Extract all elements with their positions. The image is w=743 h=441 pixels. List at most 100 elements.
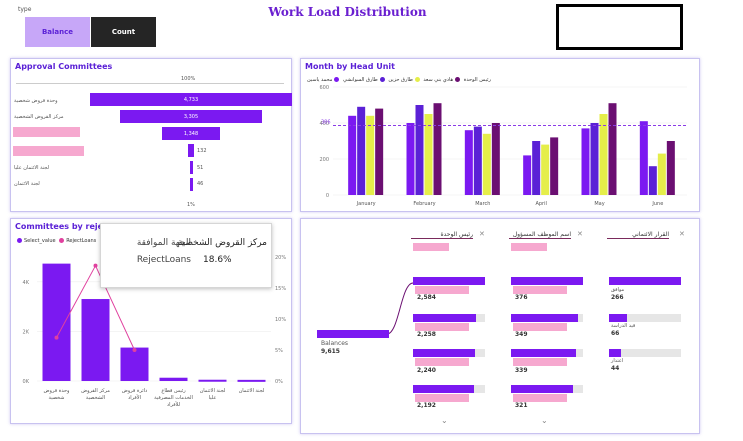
tree-value: 339 [515, 367, 528, 374]
month-bar[interactable] [581, 128, 590, 195]
rejection-bar[interactable] [159, 377, 188, 381]
month-bar[interactable] [482, 133, 491, 195]
legend-dot-icon [17, 238, 22, 243]
month-bar[interactable] [550, 137, 559, 195]
month-bar-chart: 6004002000January February March April May Ju… [319, 85, 687, 207]
slicer-label: type [18, 6, 32, 13]
x-tick-label: رئيس قطاع [161, 388, 186, 394]
month-bar[interactable] [415, 105, 424, 195]
balance-button[interactable]: Balance [25, 17, 90, 47]
tooltip-value: مركز القروض الشخصية [177, 238, 267, 248]
x-tick-label: مركز القروض [81, 388, 110, 394]
redacted-label [415, 323, 469, 331]
rejection-bar[interactable] [120, 347, 149, 381]
tree-bar[interactable] [609, 314, 627, 322]
reject-point [54, 335, 59, 340]
funnel-bar[interactable] [190, 161, 193, 174]
funnel-bar[interactable]: 4,733 [90, 93, 292, 106]
rejection-bar[interactable] [81, 299, 110, 381]
month-bar[interactable] [523, 155, 532, 195]
x-tick-label: January [356, 201, 376, 207]
tree-bar[interactable] [413, 385, 474, 393]
month-bar[interactable] [608, 103, 617, 195]
decomposition-tree-panel: رئيس الوحدة ✕ اسم الموظف المسؤول ✕ القرا… [300, 218, 700, 434]
month-bar[interactable] [406, 123, 415, 195]
month-bar[interactable] [590, 123, 599, 195]
tree-value: 376 [515, 294, 528, 301]
redacted-label [513, 358, 567, 366]
month-bar[interactable] [348, 115, 357, 195]
rejection-bar[interactable] [237, 379, 266, 382]
month-bar[interactable] [639, 121, 648, 195]
funnel-bar[interactable]: 3,305 [120, 110, 262, 123]
y2-tick-label: 10% [275, 317, 286, 323]
y-tick-label: 2K [23, 329, 30, 335]
month-bar[interactable] [657, 153, 666, 195]
month-bar[interactable] [648, 166, 657, 195]
y2-tick-label: 15% [275, 286, 286, 292]
y-tick-label: 200 [319, 157, 329, 163]
tree-bar[interactable] [511, 385, 573, 393]
y-tick-label: 0K [23, 379, 30, 385]
funnel-label: وحدة قروض شخصية [14, 98, 58, 104]
month-bar[interactable] [666, 141, 675, 195]
funnel-bar[interactable] [190, 178, 193, 191]
month-bar[interactable] [491, 123, 500, 195]
month-bar[interactable] [357, 106, 366, 195]
tooltip-value: 18.6% [203, 255, 232, 265]
tree-value: 349 [515, 331, 528, 338]
month-bar[interactable] [532, 141, 541, 195]
rejection-bar[interactable] [42, 263, 71, 381]
tree-bar[interactable] [511, 277, 583, 285]
x-tick-label: عليا [209, 395, 217, 401]
rejection-bar[interactable] [198, 379, 227, 382]
redacted-label [13, 146, 84, 156]
redacted-label [415, 286, 469, 294]
tree-value: 44 [611, 365, 620, 372]
tree-value: 2,258 [417, 331, 436, 338]
funnel-value: 51 [197, 165, 204, 171]
redacted-label [13, 127, 80, 137]
x-tick-label: الخدمات المصرفية [154, 395, 193, 401]
x-tick-label: May [594, 201, 604, 207]
tree-bar[interactable] [609, 349, 621, 357]
x-tick-label: April [535, 201, 546, 207]
y-tick-label: 0 [326, 193, 329, 199]
tree-bar[interactable] [511, 314, 578, 322]
tree-bar[interactable] [413, 277, 485, 285]
legend-item[interactable]: Select_value [24, 238, 56, 244]
tree-value: 2,584 [417, 294, 436, 301]
month-bar[interactable] [464, 130, 473, 195]
root-bar[interactable] [317, 330, 389, 338]
tree-bar[interactable] [609, 277, 681, 285]
redacted-label [415, 358, 469, 366]
bottom-percent: 1% [187, 202, 195, 208]
tree-value: 66 [611, 330, 620, 337]
month-bar[interactable] [541, 144, 550, 195]
funnel-label: مركز القروض الشخصية [14, 114, 64, 120]
funnel-value: 46 [197, 181, 204, 187]
funnel-bar[interactable] [188, 144, 194, 157]
tree-bar[interactable] [413, 349, 475, 357]
top-percent: 100% [181, 76, 196, 82]
tree-bar[interactable] [511, 349, 576, 357]
tree-bar[interactable] [413, 314, 476, 322]
month-title: Month by Head Unit [305, 62, 395, 71]
month-bar[interactable] [424, 114, 433, 195]
month-bar[interactable] [473, 126, 482, 195]
x-tick-label: وحدة قروض [44, 388, 71, 394]
chevron-down-icon[interactable]: ⌄ [441, 416, 448, 425]
chevron-down-icon[interactable]: ⌄ [541, 416, 548, 425]
legend-item[interactable]: RejectLoans [66, 238, 96, 244]
tree-value: 266 [611, 294, 624, 301]
y2-tick-label: 5% [275, 348, 283, 354]
reject-point [132, 348, 137, 352]
month-bar[interactable] [375, 108, 384, 195]
month-bar[interactable] [599, 114, 608, 195]
month-bar[interactable] [366, 115, 375, 195]
tree-value: 321 [515, 402, 528, 409]
x-tick-label: للأفراد [167, 401, 181, 408]
count-button[interactable]: Count [91, 17, 156, 47]
month-bar[interactable] [433, 103, 442, 195]
funnel-bar[interactable]: 1,348 [162, 127, 220, 140]
